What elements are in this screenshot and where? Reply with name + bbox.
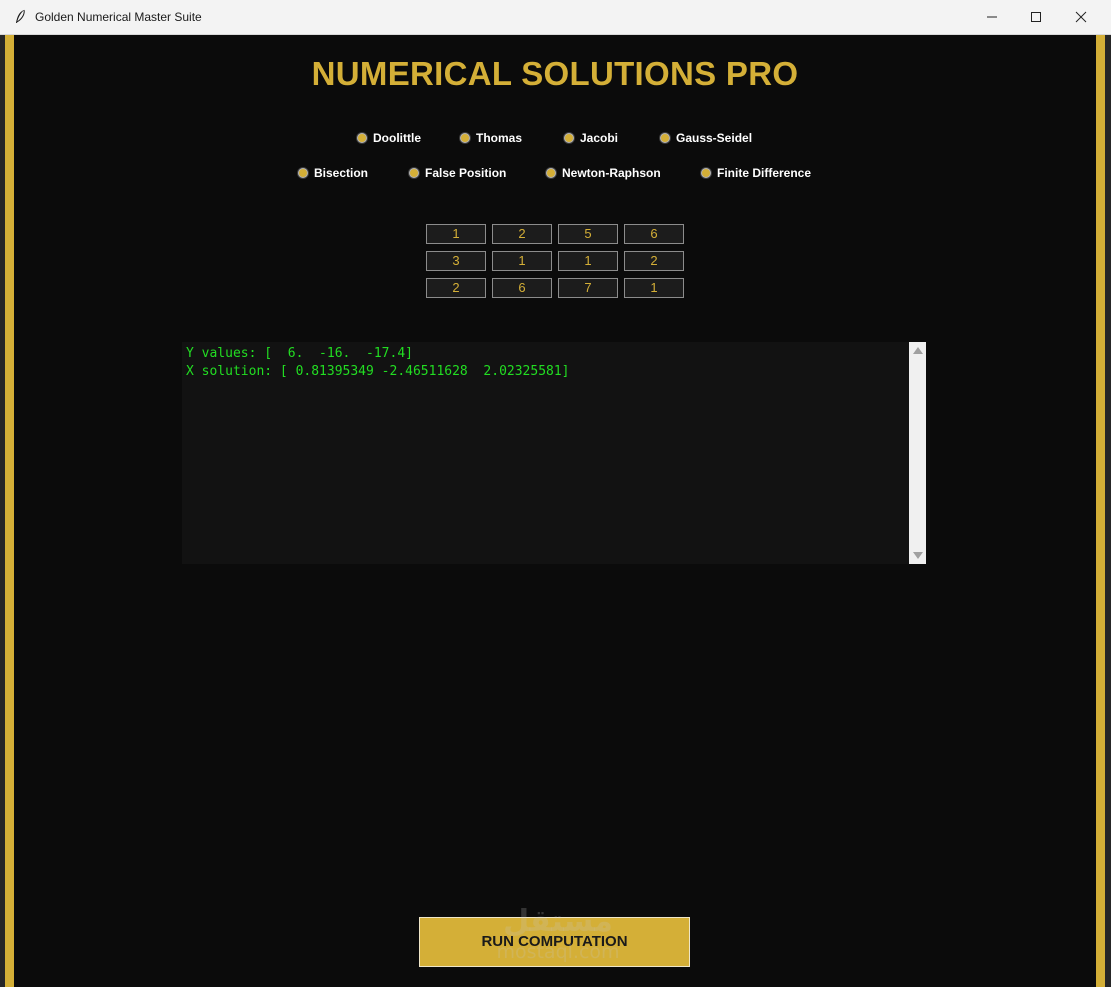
radio-label: Newton-Raphson bbox=[562, 166, 661, 180]
app-window: Golden Numerical Master Suite NUMERICAL … bbox=[0, 0, 1111, 987]
window-edge-right bbox=[1105, 35, 1111, 987]
feather-icon bbox=[16, 9, 25, 23]
radio-newton-raphson[interactable]: Newton-Raphson bbox=[546, 165, 661, 181]
matrix-cell[interactable]: 5 bbox=[558, 224, 618, 244]
minimize-icon bbox=[987, 16, 997, 18]
window-title: Golden Numerical Master Suite bbox=[35, 10, 202, 24]
matrix-cell[interactable]: 2 bbox=[624, 251, 684, 271]
minimize-button[interactable] bbox=[969, 0, 1015, 34]
radio-label: Thomas bbox=[476, 131, 523, 145]
matrix-cell[interactable]: 3 bbox=[426, 251, 486, 271]
matrix-cell[interactable]: 7 bbox=[558, 278, 618, 298]
matrix-cell[interactable]: 1 bbox=[558, 251, 618, 271]
output-scrollbar[interactable] bbox=[909, 342, 926, 564]
radio-indicator-icon bbox=[660, 133, 670, 143]
radio-gauss-seidel[interactable]: Gauss-Seidel bbox=[660, 130, 752, 146]
main-content: NUMERICAL SOLUTIONS PRO Doolittle Thomas… bbox=[14, 35, 1096, 987]
matrix-cell[interactable]: 2 bbox=[492, 224, 552, 244]
radio-label: Jacobi bbox=[580, 131, 619, 145]
radio-indicator-icon bbox=[701, 168, 711, 178]
matrix-cell[interactable]: 1 bbox=[426, 224, 486, 244]
matrix-cell[interactable]: 2 bbox=[426, 278, 486, 298]
matrix-cell[interactable]: 1 bbox=[492, 251, 552, 271]
radio-indicator-icon bbox=[357, 133, 367, 143]
radio-doolittle[interactable]: Doolittle bbox=[357, 130, 421, 146]
radio-indicator-icon bbox=[546, 168, 556, 178]
maximize-icon bbox=[1031, 12, 1041, 22]
maximize-button[interactable] bbox=[1013, 0, 1059, 34]
radio-indicator-icon bbox=[564, 133, 574, 143]
radio-label: False Position bbox=[425, 166, 507, 180]
matrix-cell[interactable]: 6 bbox=[492, 278, 552, 298]
radio-label: Gauss-Seidel bbox=[676, 131, 753, 145]
radio-label: Finite Difference bbox=[717, 166, 812, 180]
radio-indicator-icon bbox=[298, 168, 308, 178]
output-line: X solution: [ 0.81395349 -2.46511628 2.0… bbox=[186, 364, 570, 379]
radio-false-position[interactable]: False Position bbox=[409, 165, 506, 181]
radio-indicator-icon bbox=[409, 168, 419, 178]
scroll-down-arrow-icon[interactable] bbox=[913, 552, 923, 559]
close-button[interactable] bbox=[1058, 0, 1104, 34]
matrix-cell[interactable]: 6 bbox=[624, 224, 684, 244]
title-bar[interactable]: Golden Numerical Master Suite bbox=[0, 0, 1111, 35]
run-computation-button[interactable]: RUN COMPUTATION bbox=[419, 917, 690, 967]
radio-finite-difference[interactable]: Finite Difference bbox=[701, 165, 811, 181]
radio-jacobi[interactable]: Jacobi bbox=[564, 130, 618, 146]
radio-thomas[interactable]: Thomas bbox=[460, 130, 522, 146]
radio-label: Doolittle bbox=[373, 131, 421, 145]
gold-frame-right bbox=[1096, 35, 1105, 987]
radio-bisection[interactable]: Bisection bbox=[298, 165, 368, 181]
gold-frame-left bbox=[5, 35, 14, 987]
scroll-up-arrow-icon[interactable] bbox=[913, 347, 923, 354]
output-line: Y values: [ 6. -16. -17.4] bbox=[186, 346, 413, 361]
matrix-cell[interactable]: 1 bbox=[624, 278, 684, 298]
page-title: NUMERICAL SOLUTIONS PRO bbox=[311, 55, 799, 92]
output-textarea[interactable]: Y values: [ 6. -16. -17.4] X solution: [… bbox=[182, 342, 909, 564]
radio-indicator-icon bbox=[460, 133, 470, 143]
radio-label: Bisection bbox=[314, 166, 369, 180]
close-icon bbox=[1075, 11, 1087, 23]
